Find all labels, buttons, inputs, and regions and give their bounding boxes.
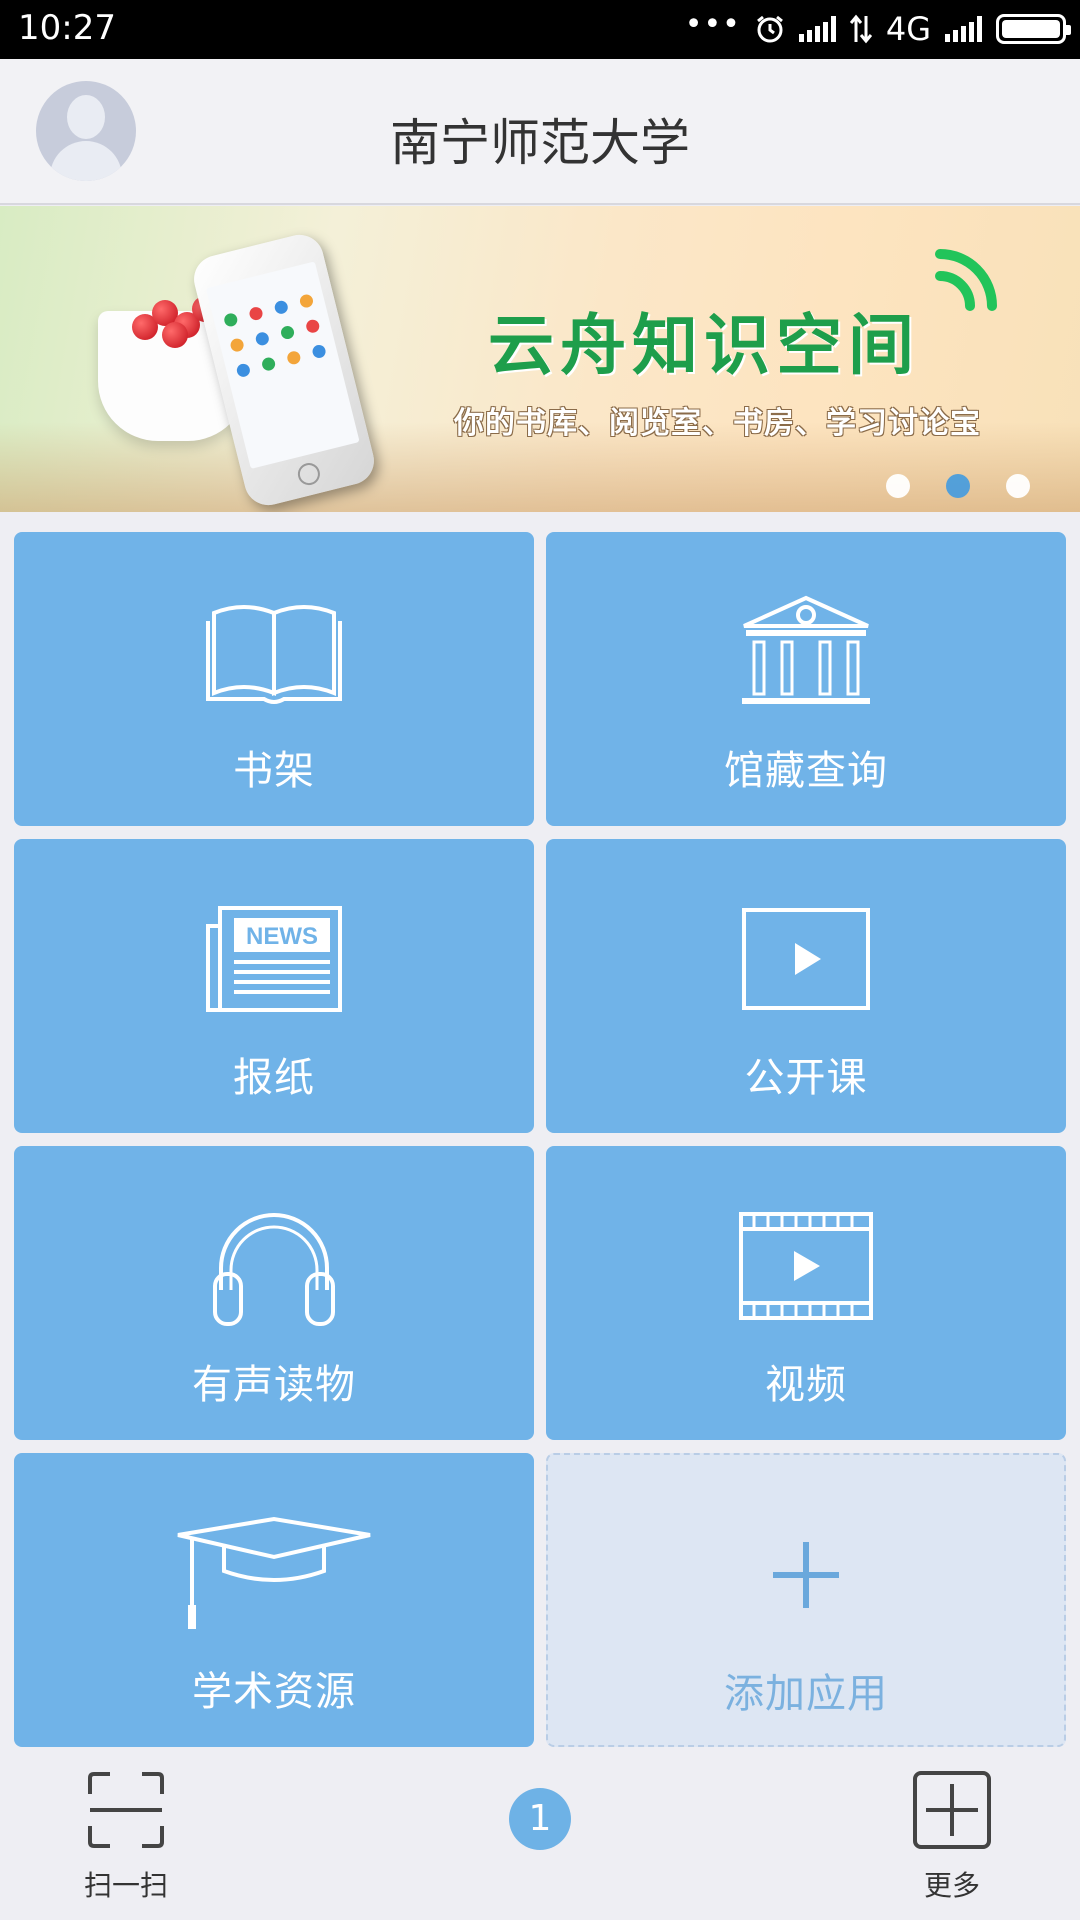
app-grid: 书架 馆藏查询 NEWS 报纸 公开课 有声读物 视频 学术资源 添加应用	[14, 532, 1066, 1747]
status-icons: ••• 4G	[684, 7, 1071, 50]
signal-icon	[945, 16, 982, 42]
graduation-cap-icon	[177, 1516, 371, 1629]
scan-icon	[88, 1772, 164, 1848]
battery-icon	[996, 14, 1071, 44]
tile-label: 视频	[765, 1362, 847, 1408]
banner-headline: 云舟知识空间	[488, 307, 920, 384]
pager-dot-active[interactable]	[946, 474, 970, 498]
headphones-icon	[213, 1213, 335, 1326]
page-indicator[interactable]: 1	[509, 1788, 571, 1850]
tile-label: 公开课	[744, 1055, 868, 1101]
svg-text:NEWS: NEWS	[246, 923, 318, 950]
banner-subline: 你的书库、阅览室、书房、学习讨论宝	[454, 406, 981, 441]
tile-academic-resources[interactable]: 学术资源	[14, 1453, 534, 1747]
tile-bookshelf[interactable]: 书架	[14, 532, 534, 826]
bottom-toolbar: 扫一扫 1 更多	[0, 1762, 1080, 1920]
banner-pager[interactable]	[886, 474, 1030, 498]
page-title: 南宁师范大学	[390, 114, 690, 172]
tile-label: 添加应用	[724, 1671, 888, 1717]
tile-video[interactable]: 视频	[546, 1146, 1066, 1440]
play-icon	[742, 908, 870, 1010]
tile-add-app[interactable]: 添加应用	[546, 1453, 1066, 1747]
tile-audio-books[interactable]: 有声读物	[14, 1146, 534, 1440]
promo-banner[interactable]: 云舟知识空间 你的书库、阅览室、书房、学习讨论宝	[0, 206, 1080, 512]
network-type: 4G	[885, 10, 931, 48]
library-building-icon	[742, 595, 870, 704]
add-square-icon	[913, 1771, 991, 1849]
more-dots-icon: •••	[684, 7, 741, 42]
tile-open-course[interactable]: 公开课	[546, 839, 1066, 1133]
tile-label: 学术资源	[192, 1669, 356, 1715]
newspaper-icon: NEWS	[206, 906, 342, 1012]
wifi-signal-icon	[935, 249, 997, 311]
pager-dot[interactable]	[886, 474, 910, 498]
scan-button[interactable]: 扫一扫	[74, 1770, 178, 1904]
tile-label: 馆藏查询	[724, 748, 888, 794]
scan-label: 扫一扫	[83, 1869, 168, 1902]
tile-newspaper[interactable]: NEWS 报纸	[14, 839, 534, 1133]
app-header: 南宁师范大学	[0, 59, 1080, 205]
plus-icon	[773, 1542, 839, 1608]
signal-icon	[798, 16, 836, 42]
tile-label: 报纸	[233, 1055, 315, 1101]
tile-label: 书架	[233, 748, 315, 794]
more-label: 更多	[923, 1869, 980, 1902]
tile-label: 有声读物	[192, 1362, 356, 1408]
alarm-icon	[756, 15, 783, 43]
data-transfer-icon	[849, 14, 872, 44]
film-icon	[739, 1212, 873, 1320]
status-bar: 10:27 ••• 4G	[0, 0, 1080, 59]
status-time: 10:27	[18, 8, 116, 48]
pager-dot[interactable]	[1006, 474, 1030, 498]
book-icon	[206, 605, 342, 704]
more-button[interactable]: 更多	[900, 1770, 1004, 1904]
tile-collection-search[interactable]: 馆藏查询	[546, 532, 1066, 826]
